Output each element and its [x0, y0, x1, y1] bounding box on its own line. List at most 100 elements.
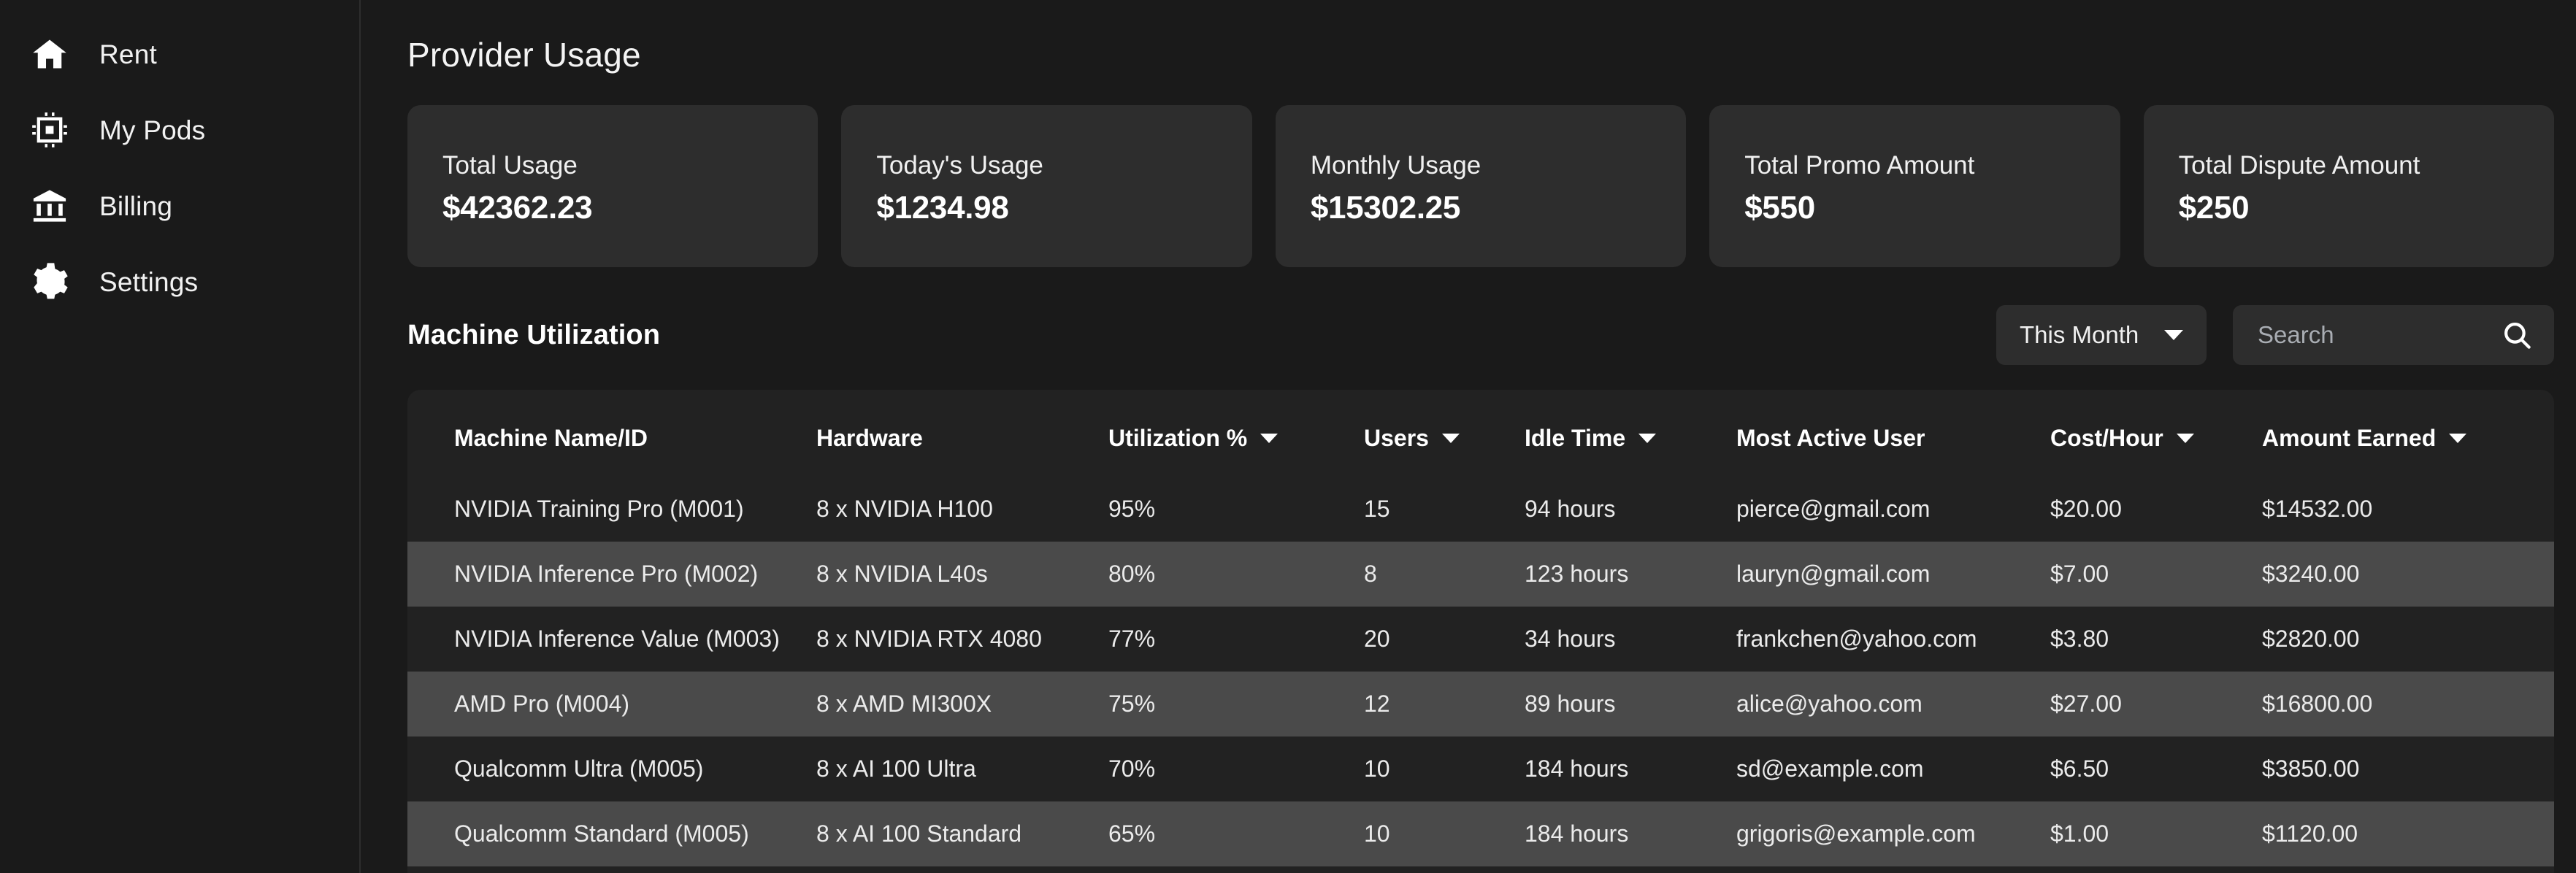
column-header-users[interactable]: Users [1364, 390, 1525, 477]
stat-card-label: Total Usage [442, 151, 578, 180]
main-content: Provider Usage Total Usage $42362.23 Tod… [361, 0, 2576, 873]
table-row[interactable]: NVIDIA Inference Pro (M002) 8 x NVIDIA L… [407, 542, 2554, 607]
cell-users: 10 [1364, 755, 1390, 782]
column-header-label: Users [1364, 425, 1429, 451]
cell-users: 20 [1364, 626, 1390, 652]
cell-hardware: 8 x NVIDIA L40s [816, 542, 1108, 607]
cell-utilization: 95% [1108, 496, 1156, 522]
page-title: Provider Usage [407, 36, 641, 74]
cell-users: 8 [1364, 542, 1525, 607]
table-row[interactable]: Qualcomm Ultra (M005) 8 x AI 100 Ultra 7… [407, 737, 2554, 801]
column-header-utilization[interactable]: Utilization % [1108, 390, 1364, 477]
stat-card-todays-usage: Today's Usage $1234.98 [841, 105, 1252, 267]
cell-amount-earned: $3240.00 [2262, 542, 2554, 607]
column-header-idle-time[interactable]: Idle Time [1525, 390, 1736, 477]
cell-users: 12 [1364, 672, 1525, 737]
column-header-most-active-user[interactable]: Most Active User [1736, 390, 2050, 477]
sidebar-item-my-pods[interactable]: My Pods [0, 92, 359, 168]
stat-card-total-dispute-amount: Total Dispute Amount $250 [2143, 105, 2555, 267]
cell-hardware: 8 x AI 100 Ultra [816, 755, 976, 782]
sort-caret-icon[interactable] [1638, 434, 1657, 443]
sort-caret-icon[interactable] [1260, 434, 1279, 443]
cell-hardware: 8 x AMD MI300X [816, 672, 1108, 737]
column-header-label: Idle Time [1525, 425, 1626, 451]
sort-caret-icon[interactable] [1441, 434, 1460, 443]
cell-idle-time: 184 hours [1525, 755, 1629, 782]
column-header-label: Amount Earned [2262, 425, 2437, 451]
bank-icon [29, 185, 70, 226]
stat-card-total-promo-amount: Total Promo Amount $550 [1709, 105, 2120, 267]
search-box[interactable] [2233, 305, 2554, 365]
machine-utilization-table: Machine Name/ID Hardware Utilization % U… [407, 390, 2554, 866]
table-row[interactable]: AMD Pro (M004) 8 x AMD MI300X 75% 12 89 … [407, 672, 2554, 737]
period-filter-dropdown[interactable]: This Month [1996, 305, 2207, 365]
sidebar-item-label: Rent [99, 39, 157, 69]
column-header-label: Most Active User [1736, 425, 1925, 451]
cell-machine-name: Qualcomm Ultra (M005) [454, 755, 704, 782]
cell-utilization: 70% [1108, 755, 1156, 782]
cell-hardware: 8 x NVIDIA RTX 4080 [816, 626, 1042, 652]
cell-idle-time: 123 hours [1525, 542, 1736, 607]
sort-caret-icon[interactable] [2176, 434, 2194, 443]
machine-utilization-table-card: Machine Name/ID Hardware Utilization % U… [407, 390, 2554, 873]
sidebar: Rent My Pods Billing Settings [0, 0, 361, 873]
cell-machine-name: NVIDIA Training Pro (M001) [454, 496, 744, 522]
cell-most-active-user: lauryn@gmail.com [1736, 542, 2050, 607]
column-header-hardware[interactable]: Hardware [816, 390, 1108, 477]
app-root: Rent My Pods Billing Settings Provider U… [0, 0, 2576, 873]
stat-card-monthly-usage: Monthly Usage $15302.25 [1275, 105, 1687, 267]
cell-utilization: 80% [1108, 542, 1364, 607]
cell-amount-earned: $16800.00 [2262, 672, 2554, 737]
cell-cost-per-hour: $6.50 [2050, 755, 2109, 782]
cell-most-active-user: sd@example.com [1736, 755, 1924, 782]
cell-users: 10 [1364, 801, 1525, 866]
sidebar-item-settings[interactable]: Settings [0, 244, 359, 320]
table-header-row: Machine Name/ID Hardware Utilization % U… [407, 390, 2554, 477]
cell-most-active-user: grigoris@example.com [1736, 801, 2050, 866]
gear-icon [29, 261, 70, 302]
stat-card-value: $15302.25 [1310, 189, 1461, 226]
search-input[interactable] [2258, 321, 2491, 349]
table-row[interactable]: Qualcomm Standard (M005) 8 x AI 100 Stan… [407, 801, 2554, 866]
stat-card-value: $550 [1744, 189, 1815, 226]
cell-amount-earned: $3850.00 [2262, 755, 2360, 782]
stat-card-label: Today's Usage [876, 151, 1043, 180]
cell-cost-per-hour: $20.00 [2050, 496, 2122, 522]
cell-most-active-user: pierce@gmail.com [1736, 496, 1931, 522]
machine-utilization-header: Machine Utilization This Month [407, 305, 2554, 365]
cell-amount-earned: $14532.00 [2262, 496, 2373, 522]
search-icon[interactable] [2502, 320, 2532, 350]
cell-most-active-user: alice@yahoo.com [1736, 672, 2050, 737]
stat-card-value: $250 [2178, 189, 2250, 226]
sidebar-item-label: Billing [99, 191, 173, 221]
table-row[interactable]: NVIDIA Inference Value (M003) 8 x NVIDIA… [407, 607, 2554, 672]
column-header-cost-per-hour[interactable]: Cost/Hour [2050, 390, 2262, 477]
cell-amount-earned: $1120.00 [2262, 801, 2554, 866]
cell-amount-earned: $2820.00 [2262, 626, 2360, 652]
cell-machine-name: Qualcomm Standard (M005) [407, 801, 816, 866]
cell-cost-per-hour: $7.00 [2050, 542, 2262, 607]
stat-card-value: $1234.98 [876, 189, 1009, 226]
column-header-machine-name[interactable]: Machine Name/ID [407, 390, 816, 477]
cell-utilization: 77% [1108, 626, 1156, 652]
stat-card-label: Total Dispute Amount [2178, 151, 2420, 180]
stat-card-label: Monthly Usage [1310, 151, 1481, 180]
sidebar-item-billing[interactable]: Billing [0, 168, 359, 244]
cell-idle-time: 184 hours [1525, 801, 1736, 866]
stat-cards: Total Usage $42362.23 Today's Usage $123… [407, 105, 2555, 267]
cell-machine-name: NVIDIA Inference Value (M003) [454, 626, 780, 652]
column-header-amount-earned[interactable]: Amount Earned [2262, 390, 2554, 477]
column-header-label: Cost/Hour [2050, 425, 2163, 451]
column-header-label: Utilization % [1108, 425, 1248, 451]
cell-idle-time: 34 hours [1525, 626, 1616, 652]
home-icon [29, 34, 70, 74]
cell-machine-name: NVIDIA Inference Pro (M002) [407, 542, 816, 607]
cell-idle-time: 94 hours [1525, 496, 1616, 522]
sidebar-item-rent[interactable]: Rent [0, 16, 359, 92]
stat-card-total-usage: Total Usage $42362.23 [407, 105, 819, 267]
table-controls: This Month [1996, 305, 2554, 365]
cell-utilization: 65% [1108, 801, 1364, 866]
table-row[interactable]: NVIDIA Training Pro (M001) 8 x NVIDIA H1… [407, 477, 2554, 542]
cell-hardware: 8 x NVIDIA H100 [816, 496, 993, 522]
sort-caret-icon[interactable] [2449, 434, 2467, 443]
